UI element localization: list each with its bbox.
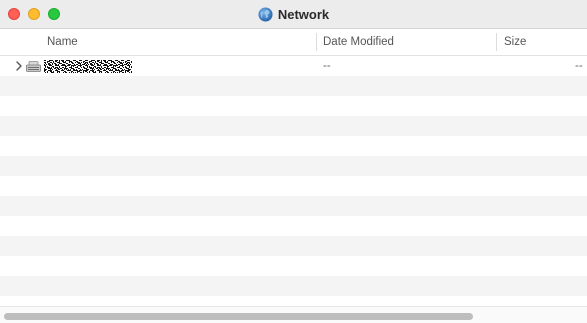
empty-row <box>0 156 587 176</box>
column-header: Name Date Modified Size <box>0 29 587 56</box>
size-cell: -- <box>575 60 583 72</box>
list-item[interactable]: -- -- <box>0 56 587 76</box>
column-divider[interactable] <box>316 33 317 51</box>
horizontal-scrollbar[interactable] <box>0 306 587 323</box>
empty-row <box>0 96 587 116</box>
empty-row <box>0 76 587 96</box>
empty-row <box>0 216 587 236</box>
empty-row <box>0 236 587 256</box>
date-modified-cell: -- <box>323 60 331 72</box>
network-drive-icon <box>26 61 41 72</box>
column-divider[interactable] <box>496 33 497 51</box>
file-list: -- -- <box>0 56 587 306</box>
column-header-size[interactable]: Size <box>504 29 526 55</box>
globe-icon <box>258 6 273 22</box>
redacted-name <box>44 60 132 73</box>
scrollbar-thumb[interactable] <box>4 313 473 320</box>
empty-row <box>0 276 587 296</box>
finder-window: Network Name Date Modified Size -- -- <box>0 0 587 323</box>
window-title: Network <box>277 6 330 22</box>
empty-row <box>0 136 587 156</box>
title-bar[interactable]: Network <box>0 0 587 29</box>
empty-row <box>0 176 587 196</box>
window-title-group: Network <box>0 0 587 28</box>
empty-row <box>0 256 587 276</box>
chevron-right-icon[interactable] <box>14 60 24 72</box>
empty-row <box>0 116 587 136</box>
empty-row <box>0 296 587 306</box>
column-header-name[interactable]: Name <box>47 29 78 55</box>
empty-row <box>0 196 587 216</box>
column-header-date-modified[interactable]: Date Modified <box>323 29 394 55</box>
